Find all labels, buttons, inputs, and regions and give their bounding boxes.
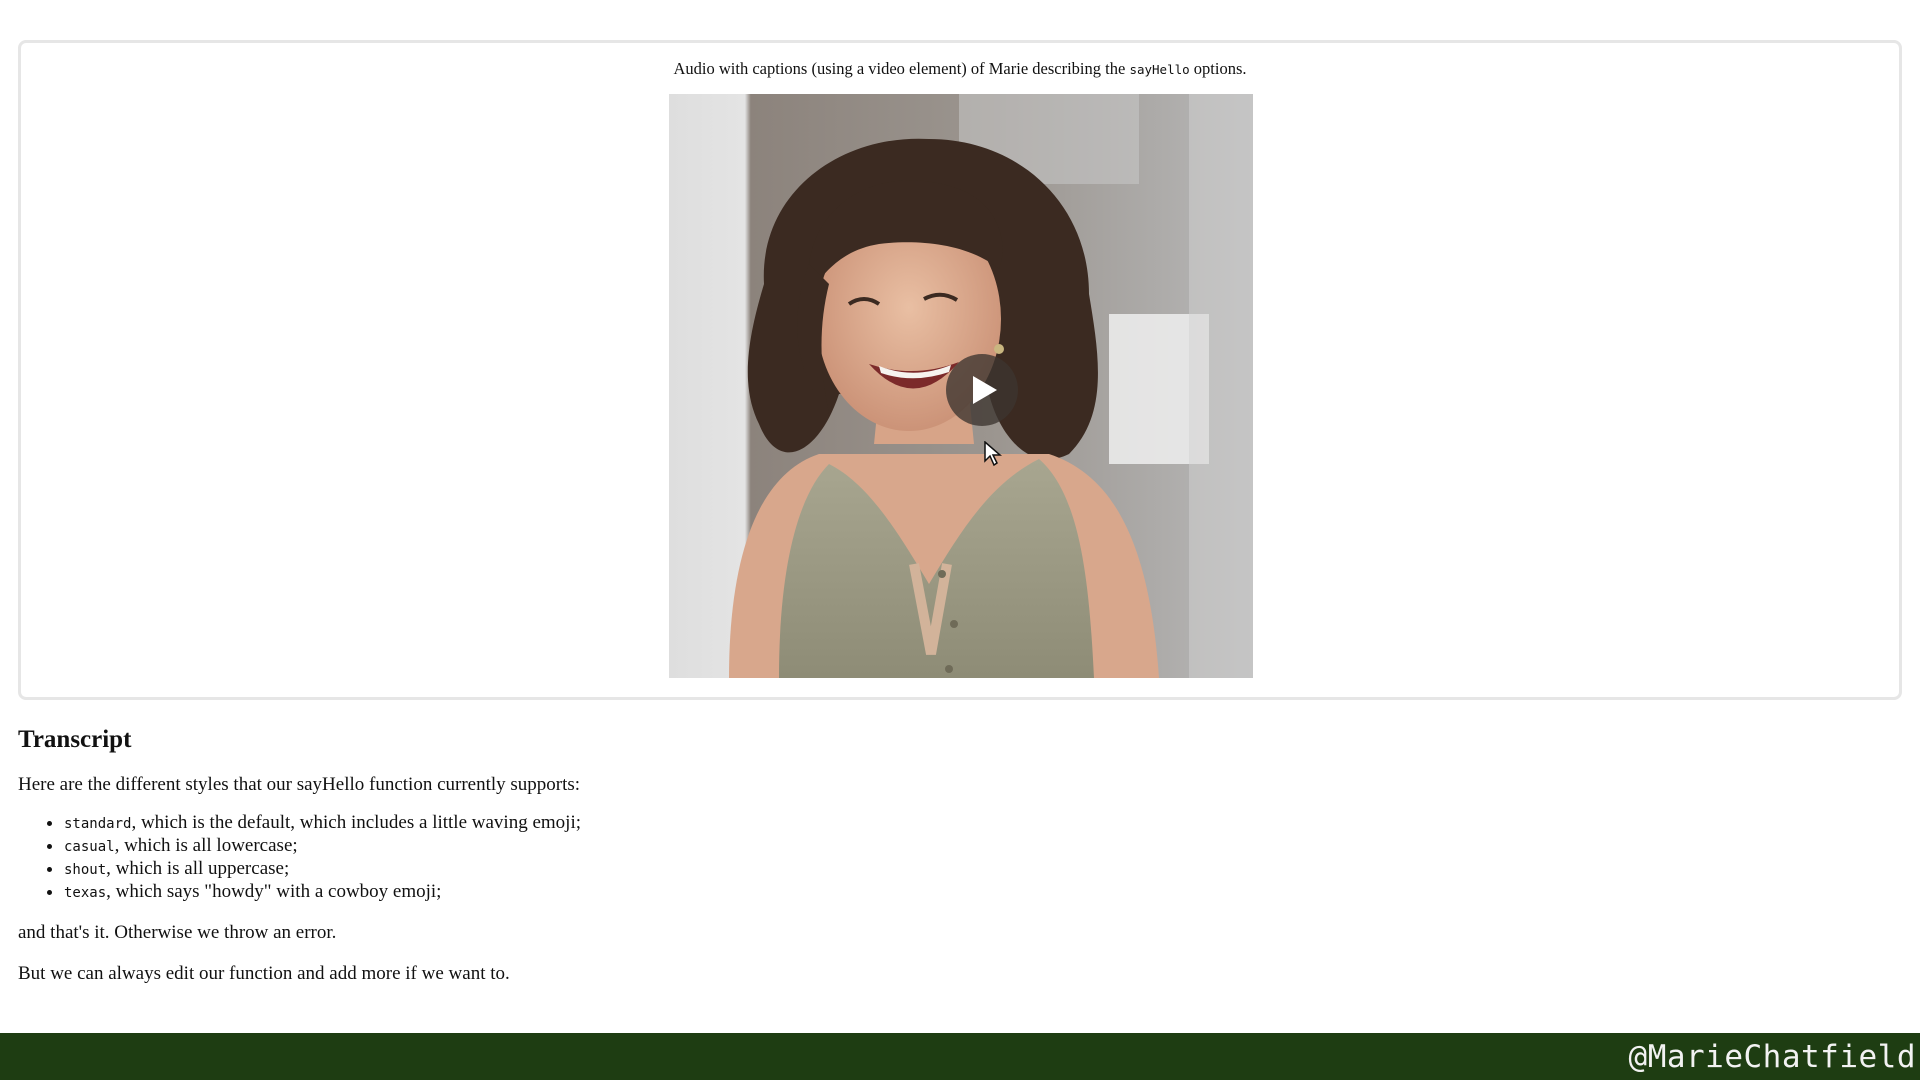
list-item: casual, which is all lowercase; (64, 835, 1018, 858)
list-item: texas, which says "howdy" with a cowboy … (64, 881, 1018, 904)
styles-list: standard, which is the default, which in… (18, 812, 1018, 904)
caption-text-end: options. (1189, 59, 1247, 78)
transcript-after-list: and that's it. Otherwise we throw an err… (18, 922, 337, 943)
style-code: casual (64, 839, 115, 855)
play-icon (973, 376, 997, 404)
transcript-heading: Transcript (18, 726, 132, 753)
style-code: shout (64, 862, 107, 878)
transcript-closing: But we can always edit our function and … (18, 963, 510, 984)
list-item: standard, which is the default, which in… (64, 812, 1018, 835)
style-description: , which is all uppercase; (106, 858, 290, 879)
style-description: , which is all lowercase; (114, 835, 298, 856)
list-item: shout, which is all uppercase; (64, 858, 1018, 881)
style-code: texas (64, 885, 107, 901)
style-description: , which is the default, which includes a… (131, 812, 581, 833)
transcript-section: Transcript Here are the different styles… (18, 720, 1018, 987)
transcript-intro: Here are the different styles that our s… (18, 774, 581, 795)
cursor-arrow-icon (984, 440, 1003, 467)
twitter-handle: @MarieChatfield (1628, 1039, 1916, 1075)
footer-bar: @MarieChatfield (0, 1033, 1920, 1080)
caption-text-start: Audio with captions (using a video eleme… (673, 59, 1130, 78)
style-code: standard (64, 816, 132, 832)
style-description: , which says "howdy" with a cowboy emoji… (106, 881, 442, 902)
caption-code: sayHello (1129, 62, 1190, 77)
page: Audio with captions (using a video eleme… (0, 0, 1920, 1080)
figure-caption: Audio with captions (using a video eleme… (21, 59, 1899, 79)
play-button[interactable] (946, 354, 1018, 426)
video-figure: Audio with captions (using a video eleme… (18, 40, 1902, 700)
